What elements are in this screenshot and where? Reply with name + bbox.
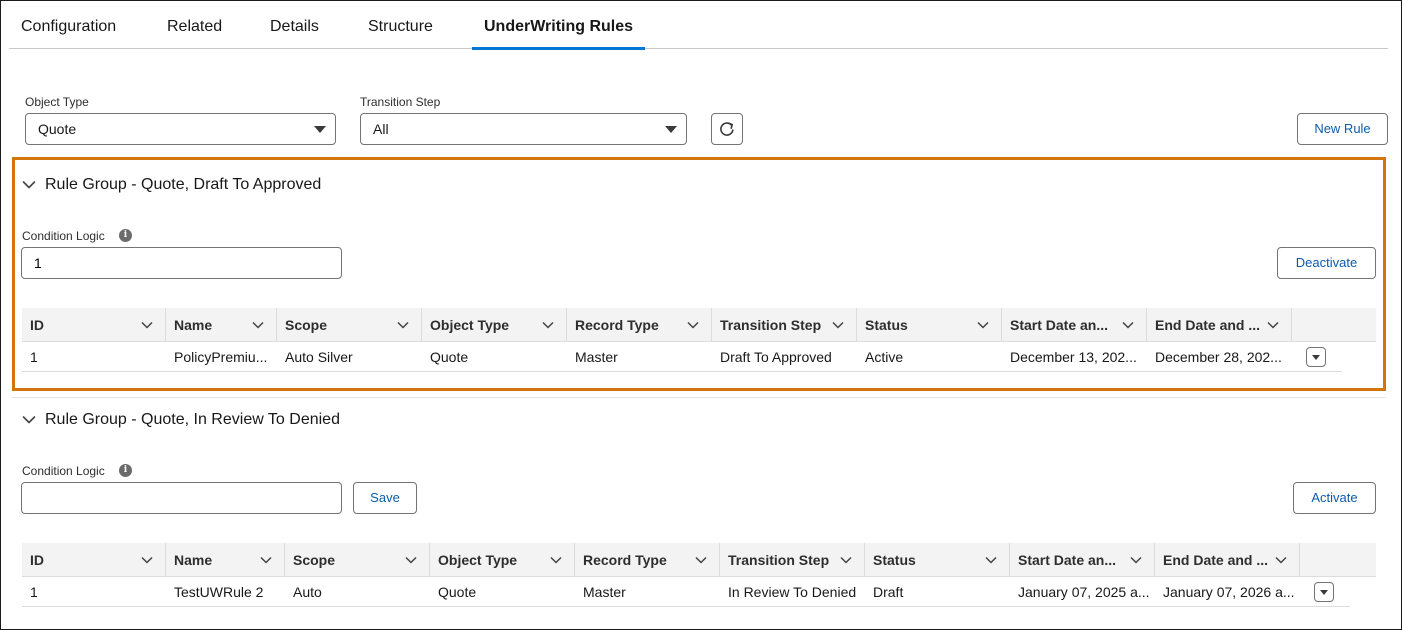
refresh-button[interactable] — [711, 113, 743, 145]
table-header: ID Name Scope Object Type Record Type Tr… — [22, 308, 1376, 342]
cell-object-type: Quote — [430, 349, 469, 365]
cell-record-type: Master — [583, 584, 626, 600]
chevron-down-icon — [1122, 321, 1134, 329]
chevron-down-icon — [397, 321, 409, 329]
transition-step-select[interactable]: All — [360, 113, 687, 145]
column-header-object-type[interactable]: Object Type — [430, 543, 575, 577]
object-type-value: Quote — [38, 121, 77, 137]
tab-bar: Configuration Related Details Structure … — [9, 0, 1388, 50]
condition-logic-input[interactable] — [21, 247, 342, 279]
cell-name: TestUWRule 2 — [174, 584, 264, 600]
chevron-down-icon — [695, 556, 707, 564]
column-header-start-date[interactable]: Start Date an... — [1010, 543, 1155, 577]
column-header-end-date[interactable]: End Date and ... — [1155, 543, 1300, 577]
cell-end-date: January 07, 2026 a... — [1163, 584, 1295, 600]
column-header-start-date[interactable]: Start Date an... — [1002, 308, 1147, 342]
rules-table: ID Name Scope Object Type Record Type Tr… — [22, 308, 1376, 374]
info-icon[interactable]: i — [119, 229, 132, 242]
new-rule-button[interactable]: New Rule — [1297, 113, 1388, 145]
save-button[interactable]: Save — [353, 482, 417, 514]
column-header-id[interactable]: ID — [22, 308, 166, 342]
cell-status: Draft — [873, 584, 904, 600]
transition-step-value: All — [373, 121, 389, 137]
activate-button[interactable]: Activate — [1293, 482, 1376, 514]
cell-transition-step: In Review To Denied — [728, 584, 857, 600]
rule-group-title[interactable]: Rule Group - Quote, In Review To Denied — [45, 411, 340, 429]
tab-related[interactable]: Related — [167, 18, 222, 49]
table-header: ID Name Scope Object Type Record Type Tr… — [22, 543, 1376, 577]
object-type-select[interactable]: Quote — [25, 113, 336, 145]
column-header-status[interactable]: Status — [865, 543, 1010, 577]
chevron-down-icon — [985, 556, 997, 564]
object-type-label: Object Type — [25, 95, 89, 109]
chevron-down-icon — [252, 321, 264, 329]
condition-logic-input[interactable] — [21, 482, 342, 514]
cell-end-date: December 28, 202... — [1155, 349, 1282, 365]
chevron-down-icon — [1130, 556, 1142, 564]
group-collapse-chevron-icon[interactable] — [22, 180, 36, 190]
column-header-name[interactable]: Name — [166, 543, 285, 577]
chevron-down-icon — [141, 556, 153, 564]
cell-start-date: January 07, 2025 a... — [1018, 584, 1150, 600]
row-actions-menu-button[interactable] — [1306, 347, 1326, 367]
cell-id: 1 — [30, 349, 38, 365]
tab-details[interactable]: Details — [270, 18, 319, 49]
rule-group-title[interactable]: Rule Group - Quote, Draft To Approved — [45, 176, 321, 194]
chevron-down-icon — [1275, 556, 1287, 564]
column-header-object-type[interactable]: Object Type — [422, 308, 567, 342]
chevron-down-icon — [832, 321, 844, 329]
cell-status: Active — [865, 349, 904, 365]
table-row: 1 PolicyPremiu... Auto Silver Quote Mast… — [22, 342, 1342, 372]
chevron-down-icon — [840, 556, 852, 564]
condition-logic-label: Condition Logic — [22, 229, 105, 243]
column-header-end-date[interactable]: End Date and ... — [1147, 308, 1292, 342]
column-header-id[interactable]: ID — [22, 543, 166, 577]
chevron-down-icon — [405, 556, 417, 564]
table-row: 1 TestUWRule 2 Auto Quote Master In Revi… — [22, 577, 1350, 607]
refresh-icon — [720, 122, 734, 136]
cell-scope: Auto — [293, 584, 322, 600]
transition-step-label: Transition Step — [360, 95, 441, 109]
cell-id: 1 — [30, 584, 38, 600]
chevron-down-icon — [687, 321, 699, 329]
tab-configuration[interactable]: Configuration — [21, 18, 116, 49]
chevron-down-icon — [141, 321, 153, 329]
cell-start-date: December 13, 202... — [1010, 349, 1137, 365]
column-header-status[interactable]: Status — [857, 308, 1002, 342]
cell-transition-step: Draft To Approved — [720, 349, 832, 365]
column-header-name[interactable]: Name — [166, 308, 277, 342]
info-icon[interactable]: i — [119, 464, 132, 477]
cell-scope: Auto Silver — [285, 349, 353, 365]
column-header-transition-step[interactable]: Transition Step — [712, 308, 857, 342]
group-collapse-chevron-icon[interactable] — [22, 415, 36, 425]
column-header-transition-step[interactable]: Transition Step — [720, 543, 865, 577]
group-divider — [12, 397, 1386, 398]
chevron-down-icon — [550, 556, 562, 564]
cell-name: PolicyPremiu... — [174, 349, 268, 365]
rules-table: ID Name Scope Object Type Record Type Tr… — [22, 543, 1376, 609]
tab-underwriting-rules[interactable]: UnderWriting Rules — [471, 18, 646, 50]
tab-structure[interactable]: Structure — [368, 18, 433, 49]
column-header-record-type[interactable]: Record Type — [567, 308, 712, 342]
deactivate-button[interactable]: Deactivate — [1277, 247, 1376, 279]
chevron-down-icon — [665, 126, 677, 133]
chevron-down-icon — [977, 321, 989, 329]
chevron-down-icon — [1267, 321, 1279, 329]
row-actions-menu-button[interactable] — [1314, 582, 1334, 602]
cell-object-type: Quote — [438, 584, 477, 600]
cell-record-type: Master — [575, 349, 618, 365]
column-header-record-type[interactable]: Record Type — [575, 543, 720, 577]
chevron-down-icon — [314, 126, 326, 133]
column-header-scope[interactable]: Scope — [285, 543, 430, 577]
condition-logic-label: Condition Logic — [22, 464, 105, 478]
chevron-down-icon — [542, 321, 554, 329]
chevron-down-icon — [260, 556, 272, 564]
column-header-scope[interactable]: Scope — [277, 308, 422, 342]
